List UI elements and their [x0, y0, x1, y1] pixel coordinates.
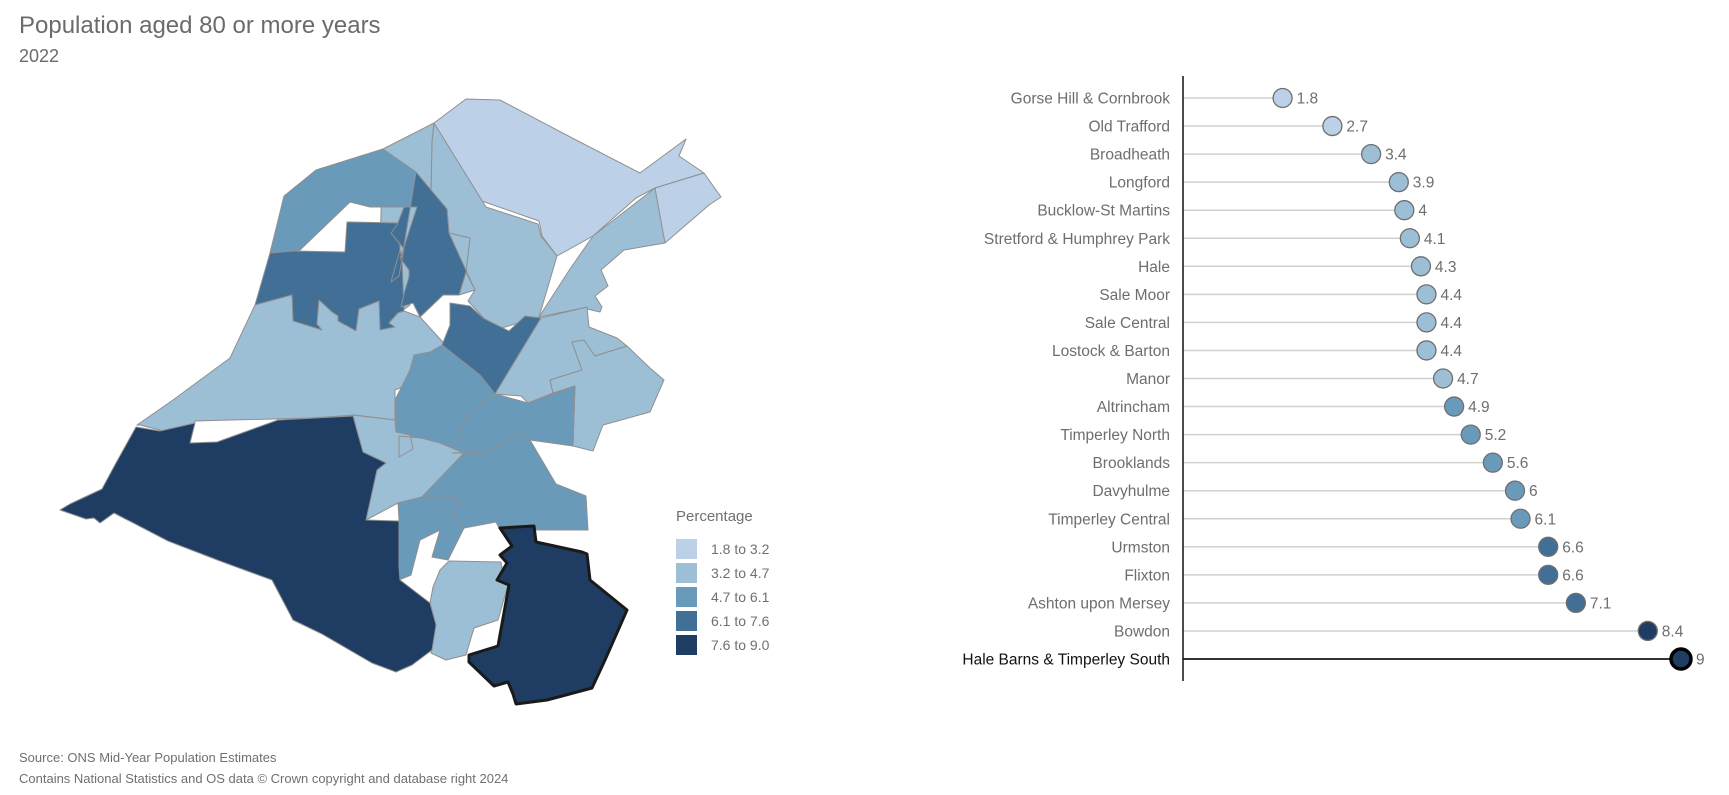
value-label: 1.8	[1297, 91, 1319, 108]
lollipop-dot[interactable]	[1637, 620, 1658, 642]
chart-row[interactable]: Gorse Hill & Cornbrook 1.8	[1011, 87, 1319, 109]
lollipop-dot[interactable]	[1394, 200, 1415, 221]
value-label: 6.1	[1535, 511, 1557, 528]
chart-row[interactable]: Altrincham 4.9	[1097, 396, 1490, 417]
lollipop-dot[interactable]	[1504, 480, 1526, 501]
lollipop-dot[interactable]	[1510, 508, 1531, 529]
value-label: 4.1	[1424, 231, 1446, 248]
category-label: Manor	[1126, 371, 1170, 388]
category-label: Gorse Hill & Cornbrook	[1011, 91, 1171, 108]
value-label: 8.4	[1662, 623, 1684, 640]
category-label: Bowdon	[1114, 623, 1170, 640]
chart-row[interactable]: Hale 4.3	[1138, 256, 1457, 277]
category-label: Sale Moor	[1099, 287, 1170, 304]
chart-row[interactable]: Bowdon 8.4	[1114, 620, 1684, 642]
chart-row[interactable]: Timperley North 5.2	[1060, 424, 1507, 445]
chart-row[interactable]: Timperley Central 6.1	[1048, 508, 1557, 529]
lollipop-dot[interactable]	[1410, 256, 1432, 277]
chart-row[interactable]: Stretford & Humphrey Park 4.1	[984, 228, 1446, 249]
lollipop-dot[interactable]	[1482, 452, 1504, 473]
source-note: Source: ONS Mid-Year Population Estimate…	[19, 750, 277, 765]
chart-row[interactable]: Longford 3.9	[1109, 171, 1435, 193]
category-label: Altrincham	[1097, 399, 1170, 416]
value-label: 4.3	[1435, 259, 1457, 276]
category-label: Longford	[1109, 175, 1170, 192]
category-label: Ashton upon Mersey	[1028, 595, 1170, 612]
lollipop-dot[interactable]	[1538, 564, 1559, 585]
category-label: Broadheath	[1090, 147, 1170, 164]
category-label: Old Trafford	[1088, 119, 1170, 136]
value-label: 6	[1529, 483, 1538, 500]
category-label: Sale Central	[1085, 315, 1170, 332]
value-label: 6.6	[1562, 539, 1584, 556]
value-label: 5.6	[1507, 455, 1529, 472]
lollipop-dot[interactable]	[1416, 284, 1437, 305]
category-label: Bucklow-St Martins	[1037, 203, 1170, 220]
chart-row[interactable]: Davyhulme 6	[1092, 480, 1538, 501]
value-label: 3.9	[1413, 175, 1435, 192]
value-label: 4	[1418, 203, 1427, 220]
lollipop-dot[interactable]	[1443, 396, 1465, 417]
category-label: Stretford & Humphrey Park	[984, 231, 1170, 248]
lollipop-dot[interactable]	[1416, 312, 1437, 333]
lollipop-dot[interactable]	[1416, 340, 1437, 361]
category-label: Lostock & Barton	[1052, 343, 1170, 360]
chart-row[interactable]: Brooklands 5.6	[1092, 452, 1529, 473]
value-label: 3.4	[1385, 147, 1407, 164]
value-label: 6.6	[1562, 567, 1584, 584]
chart-row[interactable]: Sale Moor 4.4	[1099, 284, 1462, 305]
chart-row[interactable]: Hale Barns & Timperley South 9	[962, 647, 1705, 671]
lollipop-dot[interactable]	[1565, 592, 1587, 614]
value-label: 4.4	[1440, 343, 1462, 360]
lollipop-dot[interactable]	[1322, 115, 1343, 137]
chart-row[interactable]: Bucklow-St Martins 4	[1037, 200, 1427, 221]
category-label: Davyhulme	[1092, 483, 1170, 500]
value-label: 2.7	[1346, 119, 1368, 136]
chart-row[interactable]: Manor 4.7	[1126, 368, 1479, 389]
value-label: 4.7	[1457, 371, 1479, 388]
category-label: Urmston	[1111, 539, 1170, 556]
value-label: 4.4	[1440, 315, 1462, 332]
category-label: Hale	[1138, 259, 1170, 276]
lollipop-dot[interactable]	[1538, 536, 1559, 557]
chart-row[interactable]: Lostock & Barton 4.4	[1052, 340, 1462, 361]
value-label: 4.9	[1468, 399, 1490, 416]
chart-row[interactable]: Flixton 6.6	[1124, 564, 1584, 585]
lollipop-dot[interactable]	[1460, 424, 1481, 445]
lollipop-dot[interactable]	[1272, 87, 1293, 109]
value-label: 7.1	[1590, 595, 1612, 612]
chart-row[interactable]: Sale Central 4.4	[1085, 312, 1463, 333]
copyright-note: Contains National Statistics and OS data…	[19, 771, 509, 786]
chart-row[interactable]: Ashton upon Mersey 7.1	[1028, 592, 1612, 614]
lollipop-dot[interactable]	[1360, 143, 1382, 165]
category-label: Timperley North	[1060, 427, 1170, 444]
lollipop-dot[interactable]	[1399, 228, 1421, 249]
lollipop-dot[interactable]	[1432, 368, 1454, 389]
category-label: Flixton	[1124, 567, 1170, 584]
category-label: Brooklands	[1092, 455, 1170, 472]
chart-row[interactable]: Old Trafford 2.7	[1088, 115, 1368, 137]
category-label: Hale Barns & Timperley South	[962, 652, 1170, 669]
lollipop-dot[interactable]	[1669, 647, 1693, 671]
value-label: 5.2	[1485, 427, 1507, 444]
chart-row[interactable]: Broadheath 3.4	[1090, 143, 1407, 165]
value-label: 9	[1696, 652, 1705, 669]
value-label: 4.4	[1440, 287, 1462, 304]
lollipop-dot[interactable]	[1388, 171, 1409, 193]
category-label: Timperley Central	[1048, 511, 1170, 528]
lollipop-chart: Gorse Hill & Cornbrook 1.8 Old Trafford 2.7…	[962, 76, 1705, 681]
